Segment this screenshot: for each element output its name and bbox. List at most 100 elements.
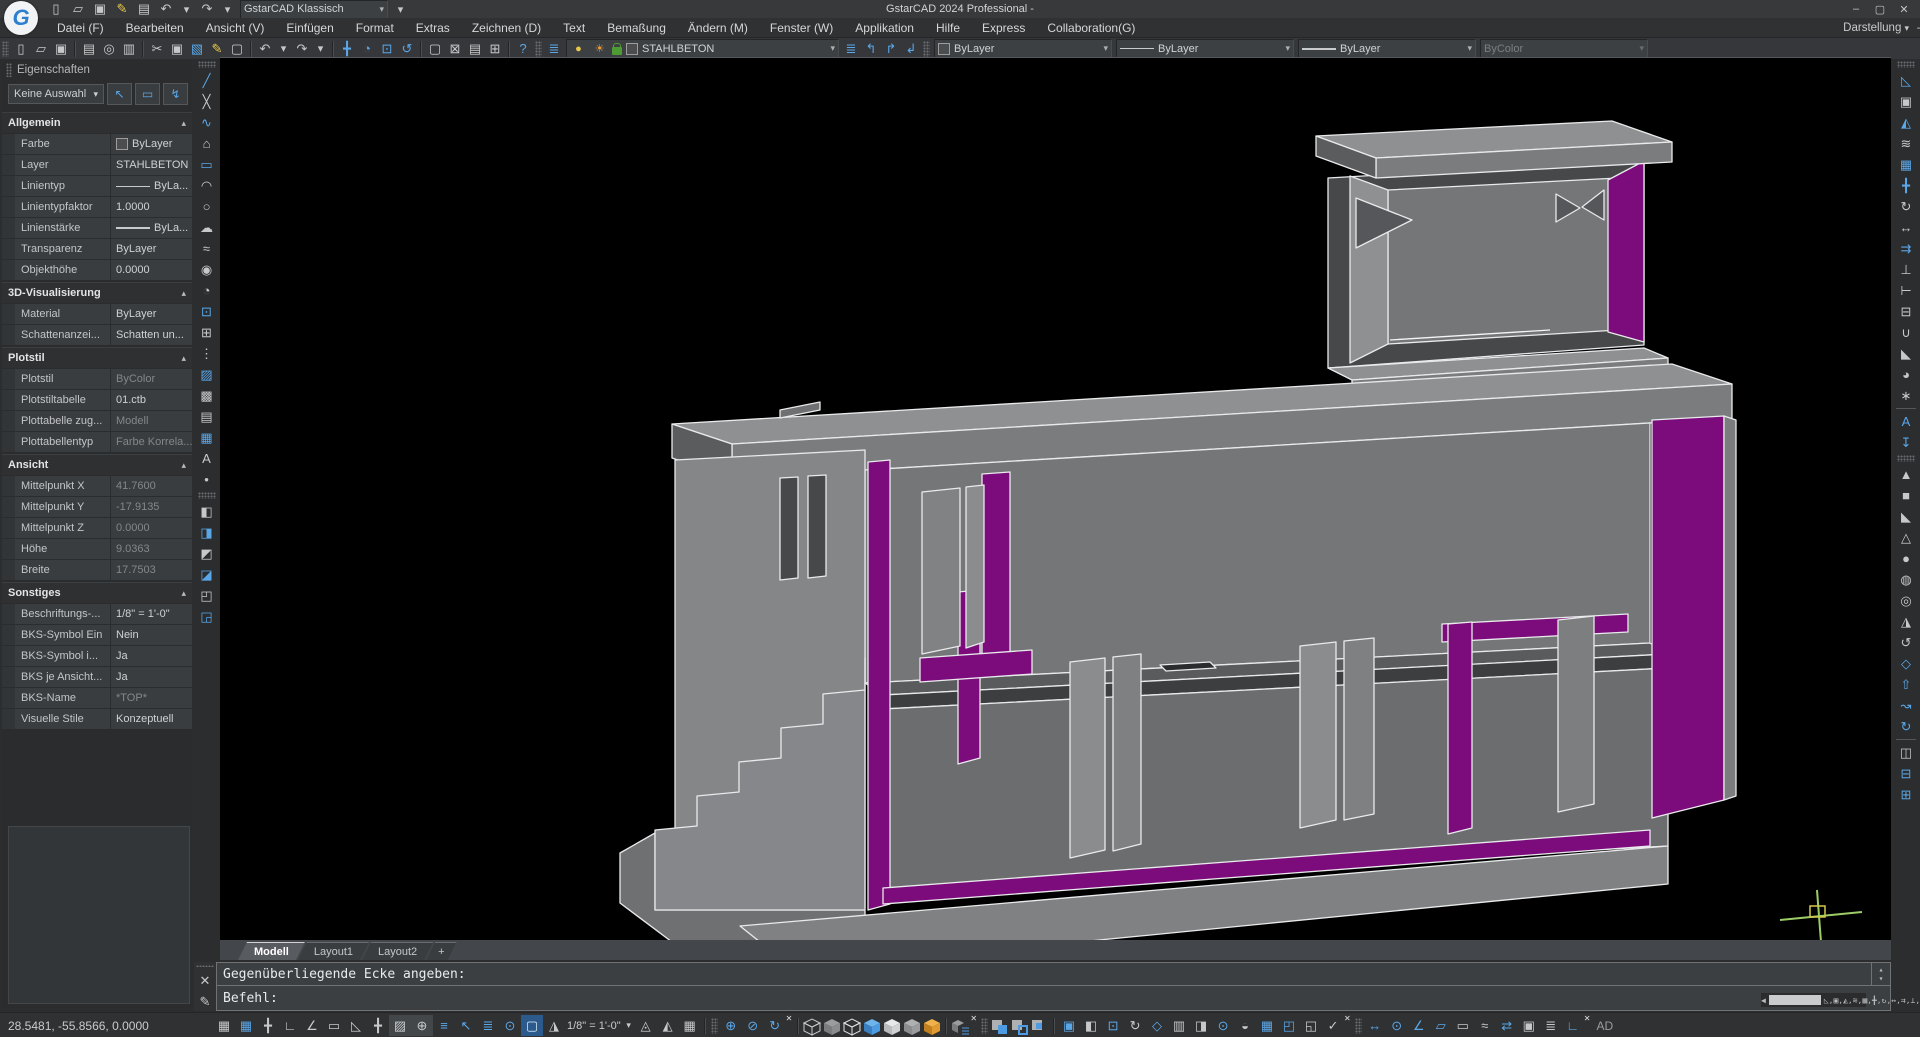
measure-radius-icon[interactable]: ⊙ — [1386, 1015, 1408, 1036]
rotate-icon[interactable]: ↻ — [1895, 196, 1917, 217]
darstellung-menu[interactable]: Darstellung ▾ — [1843, 22, 1909, 34]
edit-dimension-icon[interactable]: ↧ — [1895, 432, 1917, 453]
line-icon[interactable]: ╱ — [196, 70, 218, 91]
slice-icon[interactable]: ▣ — [1058, 1015, 1080, 1036]
command-prompt-line[interactable]: Befehl: ◀ ◺,▣,◭,≋,▦,╋,↻,↔,⇉,⊥,⊢,⊟,∪,◣,◕,… — [217, 986, 1890, 1010]
toolbar-grip[interactable] — [1355, 1018, 1362, 1034]
pyramid-solid-icon[interactable]: ◮ — [1895, 611, 1917, 632]
menu-aendern[interactable]: Ändern (M) — [677, 21, 759, 35]
cone-icon[interactable]: △ — [1895, 527, 1917, 548]
viewport-zoom-icon[interactable]: ⊙ — [499, 1015, 521, 1036]
command-close-icon[interactable]: ✕ — [195, 972, 215, 990]
redo-icon[interactable]: ↷ — [197, 0, 217, 18]
paste-icon[interactable]: ▧ — [187, 40, 207, 58]
gradient-icon[interactable]: ▩ — [196, 385, 218, 406]
clean-icon[interactable]: ⊙ — [1212, 1015, 1234, 1036]
construction-line-icon[interactable]: ╳ — [196, 91, 218, 112]
toolbar-grip[interactable] — [1897, 455, 1915, 462]
toolbar-grip[interactable] — [198, 61, 216, 68]
union-icon[interactable]: ◫ — [1895, 742, 1917, 763]
close-icon[interactable]: ✕ — [1584, 1014, 1591, 1023]
otrack-icon[interactable]: ⊕ — [411, 1015, 433, 1036]
close-button[interactable]: ✕ — [1894, 3, 1914, 16]
rectangle-icon[interactable]: ▭ — [196, 154, 218, 175]
save-as-icon[interactable]: ✎ — [112, 0, 132, 18]
properties-palette-icon[interactable]: ▢ — [425, 40, 445, 58]
toolbar-grip[interactable] — [535, 41, 542, 57]
open-icon[interactable]: ▱ — [31, 40, 51, 58]
measure-area-icon[interactable]: ▱ — [1430, 1015, 1452, 1036]
restore-button[interactable]: ▢ — [1870, 3, 1890, 16]
id-point-icon[interactable]: ∟ — [1562, 1015, 1584, 1036]
clean-screen-icon[interactable]: ▢ — [521, 1015, 543, 1036]
prop-row-beschriftungs[interactable]: Beschriftungs-...1/8" = 1'-0" — [2, 604, 192, 624]
menu-format[interactable]: Format — [345, 21, 405, 35]
menu-bemassung[interactable]: Bemaßung — [596, 21, 677, 35]
toolbar-customize-icon[interactable]: ▾ — [392, 0, 409, 18]
tab-modell[interactable]: Modell — [238, 942, 305, 960]
prop-row-plotstil[interactable]: PlotstilByColor — [2, 369, 192, 389]
auto-annotation-icon[interactable]: ◭ — [657, 1015, 679, 1036]
sweep-icon[interactable]: ↝ — [1895, 695, 1917, 716]
ellipse-icon[interactable]: ◉ — [196, 259, 218, 280]
section-plotstil[interactable]: Plotstil▴ — [2, 347, 192, 368]
polyline-icon[interactable]: ∿ — [196, 112, 218, 133]
circle-icon[interactable]: ○ — [196, 196, 218, 217]
osnap-icon[interactable]: ╋ — [367, 1015, 389, 1036]
panel-grip[interactable] — [6, 63, 12, 77]
selection-cycling-icon[interactable]: ↖ — [455, 1015, 477, 1036]
toolbar-grip[interactable] — [711, 1018, 718, 1034]
visual-style-2dwireframe-icon[interactable] — [802, 1016, 822, 1036]
prop-row-bks-symbol-i[interactable]: BKS-Symbol i...Ja — [2, 646, 192, 666]
visual-style-realistic-icon[interactable] — [862, 1016, 882, 1036]
new-icon[interactable]: ▯ — [11, 40, 31, 58]
gstarcad-logo-icon[interactable]: G — [4, 1, 38, 35]
command-window-grip[interactable] — [196, 965, 214, 967]
redo-icon[interactable]: ↷ — [292, 40, 312, 58]
mtext-icon[interactable]: A — [196, 448, 218, 469]
design-center-icon[interactable]: ⊠ — [445, 40, 465, 58]
region-icon[interactable]: ▤ — [196, 406, 218, 427]
block-editor-icon[interactable]: ▢ — [227, 40, 247, 58]
workspace-dropdown[interactable]: GstarCAD Klassisch ▾ — [240, 0, 388, 19]
annotation-scale-value[interactable]: 1/8" = 1'-0" — [565, 1020, 623, 1032]
prop-row-schattenanzeige[interactable]: Schattenanzei...Schatten un... — [2, 325, 192, 345]
undo-icon[interactable]: ↶ — [255, 40, 275, 58]
layer-isolate-icon[interactable]: ↱ — [881, 40, 901, 58]
subtract-icon[interactable]: ⊟ — [1895, 763, 1917, 784]
workspace-switch-icon[interactable]: ▦ — [679, 1015, 701, 1036]
layer-lock-icon[interactable] — [612, 47, 622, 55]
intersect-icon[interactable] — [1030, 1016, 1050, 1036]
layer-freeze-sun-icon[interactable]: ☀ — [591, 40, 608, 58]
match-properties-icon[interactable]: ✎ — [207, 40, 227, 58]
snap-icon[interactable]: ╋ — [257, 1015, 279, 1036]
move-icon[interactable]: ╋ — [1895, 175, 1917, 196]
annotation-visibility-icon[interactable]: ◬ — [635, 1015, 657, 1036]
undo-dropdown-icon[interactable]: ▾ — [178, 0, 195, 18]
orbit-icon[interactable]: ◔ — [357, 40, 377, 58]
zoom-window-icon[interactable]: ⊡ — [377, 40, 397, 58]
prop-row-breite[interactable]: Breite17.7503 — [2, 560, 192, 580]
quick-select-button[interactable]: ▭ — [135, 83, 160, 105]
rotate-faces-icon[interactable]: ◱ — [1300, 1015, 1322, 1036]
prop-row-mittelpunkt-x[interactable]: Mittelpunkt X41.7600 — [2, 476, 192, 496]
command-edit-icon[interactable]: ✎ — [195, 993, 215, 1011]
visual-style-hidden-icon[interactable] — [842, 1016, 862, 1036]
separate-icon[interactable]: ◨ — [1190, 1015, 1212, 1036]
dynamic-ucs-icon[interactable]: ◺ — [345, 1015, 367, 1036]
select-objects-button[interactable]: ↖ — [107, 83, 132, 105]
extrude-icon[interactable]: ⇧ — [1895, 674, 1917, 695]
make-block-icon[interactable]: ⊞ — [196, 322, 218, 343]
table-icon[interactable]: ▦ — [196, 427, 218, 448]
revision-cloud-icon[interactable]: ☁ — [196, 217, 218, 238]
scroll-right-icon[interactable]: ◺,▣,◭,≋,▦,╋,↻,↔,⇉,⊥,⊢,⊟,∪,◣,◕,∗,A,↧,▲,■,… — [1824, 996, 1920, 1005]
thicken-icon[interactable]: ◧ — [1080, 1015, 1102, 1036]
edit-text-icon[interactable]: A — [1895, 411, 1917, 432]
surface-edge-icon[interactable]: ◩ — [196, 543, 218, 564]
spline-icon[interactable]: ≈ — [196, 238, 218, 259]
measure-quick-icon[interactable]: ⇄ — [1496, 1015, 1518, 1036]
prop-row-linientyp[interactable]: LinientypByLa... — [2, 176, 192, 196]
chevron-down-icon[interactable]: ▾ — [623, 1015, 635, 1036]
copy-icon[interactable]: ▣ — [167, 40, 187, 58]
free-orbit-icon[interactable]: ⊘ — [742, 1015, 764, 1036]
